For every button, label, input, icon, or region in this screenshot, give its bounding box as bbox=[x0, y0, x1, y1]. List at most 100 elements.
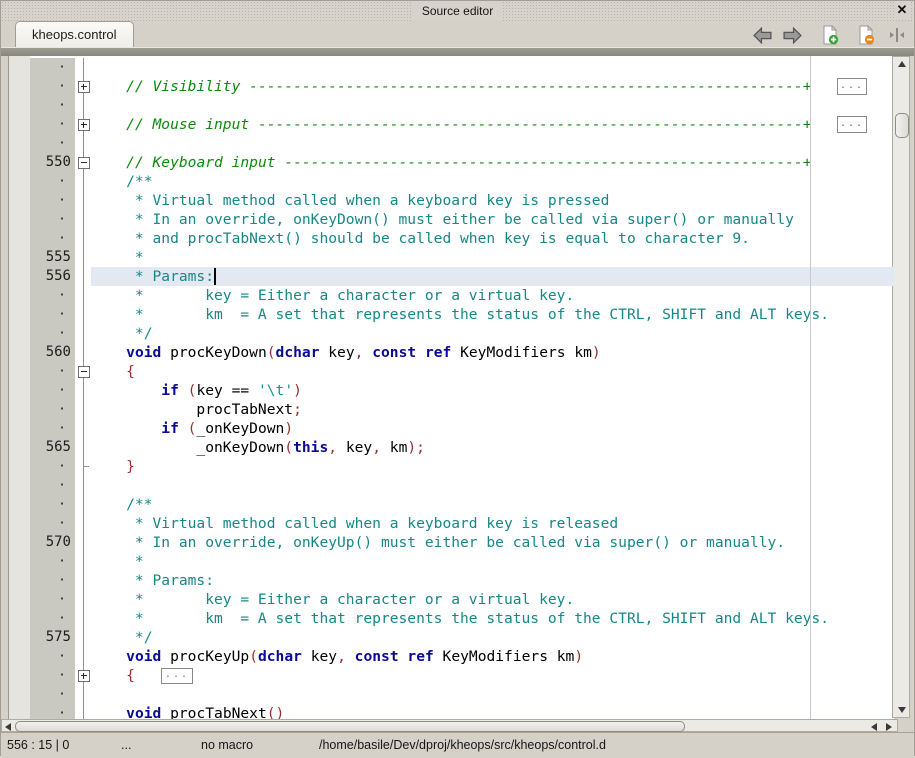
fold-expand-icon[interactable] bbox=[78, 670, 90, 682]
code-line[interactable]: 550 // Keyboard input ------------------… bbox=[9, 153, 894, 172]
horizontal-scrollbar-thumb[interactable] bbox=[15, 721, 685, 732]
code-line[interactable]: · void procKeyUp(dchar key, const ref Ke… bbox=[9, 647, 894, 666]
code-text[interactable]: * bbox=[91, 248, 894, 267]
go-back-button[interactable] bbox=[750, 24, 774, 46]
fold-margin[interactable] bbox=[75, 77, 91, 96]
code-line[interactable]: · * km = A set that represents the statu… bbox=[9, 609, 894, 628]
fold-margin[interactable] bbox=[75, 666, 91, 685]
code-text[interactable]: // Visibility --------------------------… bbox=[91, 77, 894, 96]
code-line[interactable]: · bbox=[9, 96, 894, 115]
code-text[interactable]: if (key == '\t') bbox=[91, 381, 894, 400]
go-forward-button[interactable] bbox=[780, 24, 804, 46]
code-line[interactable]: · * and procTabNext() should be called w… bbox=[9, 229, 894, 248]
split-view-button[interactable] bbox=[888, 24, 906, 46]
code-line[interactable]: · * km = A set that represents the statu… bbox=[9, 305, 894, 324]
fold-collapse-icon[interactable] bbox=[78, 366, 90, 378]
code-text[interactable]: * km = A set that represents the status … bbox=[91, 305, 894, 324]
scroll-left-icon[interactable] bbox=[5, 723, 11, 731]
code-line[interactable]: · } bbox=[9, 457, 894, 476]
code-text[interactable] bbox=[91, 134, 894, 153]
code-text[interactable]: void procKeyDown(dchar key, const ref Ke… bbox=[91, 343, 894, 362]
code-line[interactable]: · * In an override, onKeyDown() must eit… bbox=[9, 210, 894, 229]
code-text[interactable]: * key = Either a character or a virtual … bbox=[91, 590, 894, 609]
code-text[interactable]: * In an override, onKeyUp() must either … bbox=[91, 533, 894, 552]
code-text[interactable]: {... bbox=[91, 666, 894, 685]
scroll-left-end-icon[interactable] bbox=[871, 723, 877, 731]
code-line[interactable]: 565 _onKeyDown(this, key, km); bbox=[9, 438, 894, 457]
fold-margin[interactable] bbox=[75, 153, 91, 172]
collapsed-fold-ellipsis[interactable]: ... bbox=[837, 116, 867, 133]
code-line[interactable]: · * key = Either a character or a virtua… bbox=[9, 286, 894, 305]
code-editor[interactable]: ·· // Visibility -----------------------… bbox=[8, 56, 894, 719]
code-text[interactable]: _onKeyDown(this, key, km); bbox=[91, 438, 894, 457]
code-text[interactable]: * km = A set that represents the status … bbox=[91, 609, 894, 628]
code-text[interactable]: * and procTabNext() should be called whe… bbox=[91, 229, 894, 248]
fold-expand-icon[interactable] bbox=[78, 81, 90, 93]
code-line[interactable]: 575 */ bbox=[9, 628, 894, 647]
code-text[interactable]: // Keyboard input ----------------------… bbox=[91, 153, 894, 172]
code-line[interactable]: 560 void procKeyDown(dchar key, const re… bbox=[9, 343, 894, 362]
fold-margin[interactable] bbox=[75, 115, 91, 134]
code-line[interactable]: · * key = Either a character or a virtua… bbox=[9, 590, 894, 609]
code-line[interactable]: · if (key == '\t') bbox=[9, 381, 894, 400]
code-text[interactable]: * Params: bbox=[91, 571, 894, 590]
horizontal-scrollbar[interactable] bbox=[1, 719, 898, 732]
code-text[interactable]: /** bbox=[91, 172, 894, 191]
code-text[interactable]: * bbox=[91, 552, 894, 571]
scroll-up-icon[interactable] bbox=[898, 61, 906, 67]
code-line[interactable]: · // Visibility ------------------------… bbox=[9, 77, 894, 96]
code-text[interactable]: { bbox=[91, 362, 894, 381]
code-text[interactable]: * Virtual method called when a keyboard … bbox=[91, 514, 894, 533]
code-line[interactable]: · void procTabNext() bbox=[9, 704, 894, 719]
code-line[interactable]: · bbox=[9, 685, 894, 704]
code-text[interactable]: */ bbox=[91, 324, 894, 343]
fold-collapse-icon[interactable] bbox=[78, 157, 90, 169]
fold-expand-icon[interactable] bbox=[78, 119, 90, 131]
code-line[interactable]: 555 * bbox=[9, 248, 894, 267]
vertical-scrollbar-thumb[interactable] bbox=[895, 113, 909, 138]
code-line[interactable]: · {... bbox=[9, 666, 894, 685]
code-line[interactable]: · * Params: bbox=[9, 571, 894, 590]
code-text[interactable]: /** bbox=[91, 495, 894, 514]
code-text[interactable]: void procKeyUp(dchar key, const ref KeyM… bbox=[91, 647, 894, 666]
code-line[interactable]: · bbox=[9, 58, 894, 77]
vertical-scrollbar[interactable] bbox=[892, 56, 910, 718]
code-line[interactable]: 556 * Params: bbox=[9, 267, 894, 286]
code-line[interactable]: · /** bbox=[9, 495, 894, 514]
scroll-down-icon[interactable] bbox=[898, 707, 906, 713]
code-line[interactable]: · bbox=[9, 134, 894, 153]
close-icon[interactable]: ✕ bbox=[894, 2, 910, 18]
code-line[interactable]: · * bbox=[9, 552, 894, 571]
code-text[interactable] bbox=[91, 58, 894, 77]
scroll-right-icon[interactable] bbox=[886, 723, 892, 731]
code-text[interactable]: procTabNext; bbox=[91, 400, 894, 419]
tab-kheops-control[interactable]: kheops.control bbox=[15, 21, 134, 47]
code-text[interactable]: * Params: bbox=[91, 267, 894, 286]
code-line[interactable]: · */ bbox=[9, 324, 894, 343]
code-line[interactable]: · bbox=[9, 476, 894, 495]
code-line[interactable]: · { bbox=[9, 362, 894, 381]
code-line[interactable]: · * Virtual method called when a keyboar… bbox=[9, 191, 894, 210]
code-line[interactable]: · procTabNext; bbox=[9, 400, 894, 419]
code-line[interactable]: · /** bbox=[9, 172, 894, 191]
code-text[interactable]: } bbox=[91, 457, 894, 476]
code-text[interactable]: void procTabNext() bbox=[91, 704, 894, 719]
code-text[interactable] bbox=[91, 685, 894, 704]
code-text[interactable]: if (_onKeyDown) bbox=[91, 419, 894, 438]
code-text[interactable]: * In an override, onKeyDown() must eithe… bbox=[91, 210, 894, 229]
collapsed-fold-ellipsis[interactable]: ... bbox=[161, 668, 193, 684]
code-text[interactable]: // Mouse input -------------------------… bbox=[91, 115, 894, 134]
remove-document-button[interactable] bbox=[854, 24, 878, 46]
code-text[interactable]: * Virtual method called when a keyboard … bbox=[91, 191, 894, 210]
code-line[interactable]: · * Virtual method called when a keyboar… bbox=[9, 514, 894, 533]
code-line[interactable]: · if (_onKeyDown) bbox=[9, 419, 894, 438]
code-line[interactable]: · // Mouse input -----------------------… bbox=[9, 115, 894, 134]
add-document-button[interactable] bbox=[818, 24, 842, 46]
code-text[interactable] bbox=[91, 476, 894, 495]
code-text[interactable]: * key = Either a character or a virtual … bbox=[91, 286, 894, 305]
title-bar[interactable]: Source editor ✕ bbox=[1, 1, 914, 21]
code-text[interactable]: */ bbox=[91, 628, 894, 647]
collapsed-fold-ellipsis[interactable]: ... bbox=[837, 78, 867, 95]
code-line[interactable]: 570 * In an override, onKeyUp() must eit… bbox=[9, 533, 894, 552]
fold-margin[interactable] bbox=[75, 362, 91, 381]
